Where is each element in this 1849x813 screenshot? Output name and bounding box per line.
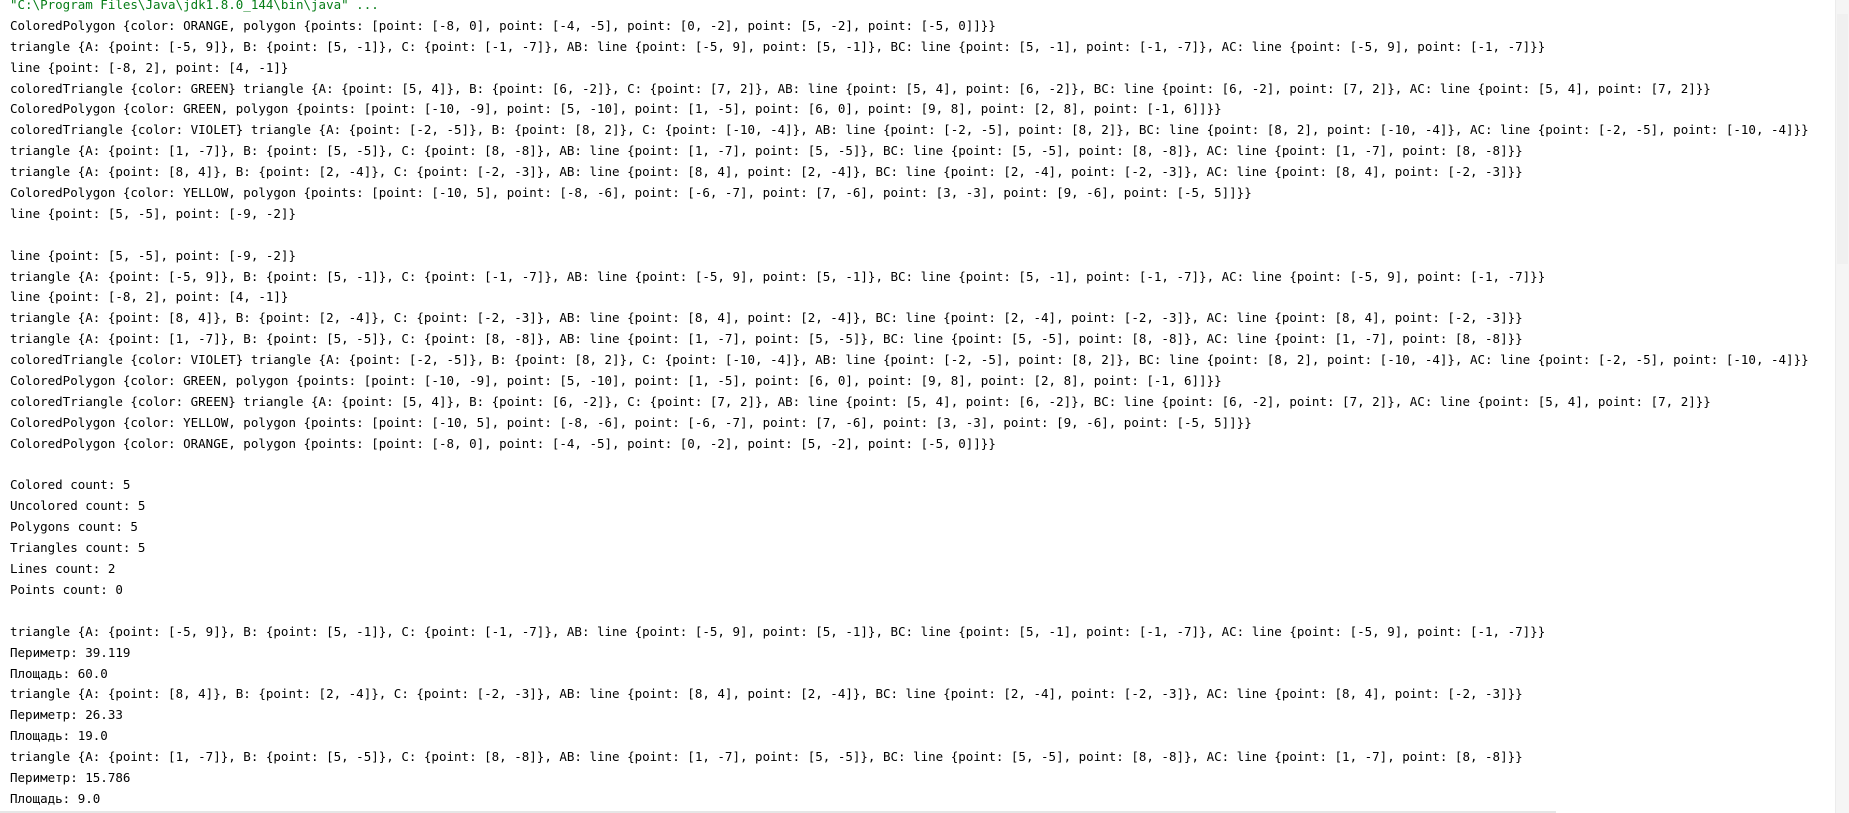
console-output[interactable]: "C:\Program Files\Java\jdk1.8.0_144\bin\… [10, 0, 1836, 810]
console-window: "C:\Program Files\Java\jdk1.8.0_144\bin\… [0, 0, 1849, 813]
console-line: ColoredPolygon {color: YELLOW, polygon {… [10, 414, 1252, 430]
console-line: triangle {A: {point: [1, -7]}, B: {point… [10, 331, 1523, 347]
console-line: Периметр: 26.33 [10, 707, 123, 723]
console-line: line {point: [5, -5], point: [-9, -2]} [10, 247, 296, 263]
console-line: triangle {A: {point: [-5, 9]}, B: {point… [10, 268, 1546, 284]
console-line: Polygons count: 5 [10, 519, 138, 535]
console-line: coloredTriangle {color: VIOLET} triangle… [10, 352, 1809, 368]
vertical-scrollbar[interactable] [1835, 0, 1849, 813]
console-line: triangle {A: {point: [8, 4]}, B: {point:… [10, 310, 1523, 326]
console-line: Colored count: 5 [10, 477, 131, 493]
console-line: line {point: [-8, 2], point: [4, -1]} [10, 289, 289, 305]
console-line: Triangles count: 5 [10, 540, 146, 556]
console-line: ColoredPolygon {color: GREEN, polygon {p… [10, 101, 1222, 117]
console-line: Площадь: 19.0 [10, 728, 108, 744]
console-line: triangle {A: {point: [1, -7]}, B: {point… [10, 749, 1523, 765]
console-line: coloredTriangle {color: VIOLET} triangle… [10, 122, 1809, 138]
console-line: triangle {A: {point: [-5, 9]}, B: {point… [10, 623, 1546, 639]
console-line: Периметр: 15.786 [10, 769, 131, 785]
console-line: ColoredPolygon {color: YELLOW, polygon {… [10, 185, 1252, 201]
console-line: Площадь: 60.0 [10, 665, 108, 681]
console-line: ColoredPolygon {color: ORANGE, polygon {… [10, 17, 996, 33]
console-command-line: "C:\Program Files\Java\jdk1.8.0_144\bin\… [10, 0, 379, 12]
console-line: Uncolored count: 5 [10, 498, 146, 514]
console-line: coloredTriangle {color: GREEN} triangle … [10, 80, 1711, 96]
console-line: triangle {A: {point: [-5, 9]}, B: {point… [10, 38, 1546, 54]
console-line: coloredTriangle {color: GREEN} triangle … [10, 393, 1711, 409]
console-line: triangle {A: {point: [8, 4]}, B: {point:… [10, 686, 1523, 702]
console-line: Периметр: 39.119 [10, 644, 131, 660]
console-line: line {point: [5, -5], point: [-9, -2]} [10, 205, 296, 221]
console-line: line {point: [-8, 2], point: [4, -1]} [10, 59, 289, 75]
console-line: Lines count: 2 [10, 561, 116, 577]
console-line: triangle {A: {point: [8, 4]}, B: {point:… [10, 164, 1523, 180]
console-line: ColoredPolygon {color: GREEN, polygon {p… [10, 373, 1222, 389]
console-line: ColoredPolygon {color: ORANGE, polygon {… [10, 435, 996, 451]
console-line: Points count: 0 [10, 581, 123, 597]
console-line: Площадь: 9.0 [10, 790, 101, 806]
vertical-scrollbar-thumb[interactable] [1837, 14, 1848, 264]
console-line: triangle {A: {point: [1, -7]}, B: {point… [10, 143, 1523, 159]
